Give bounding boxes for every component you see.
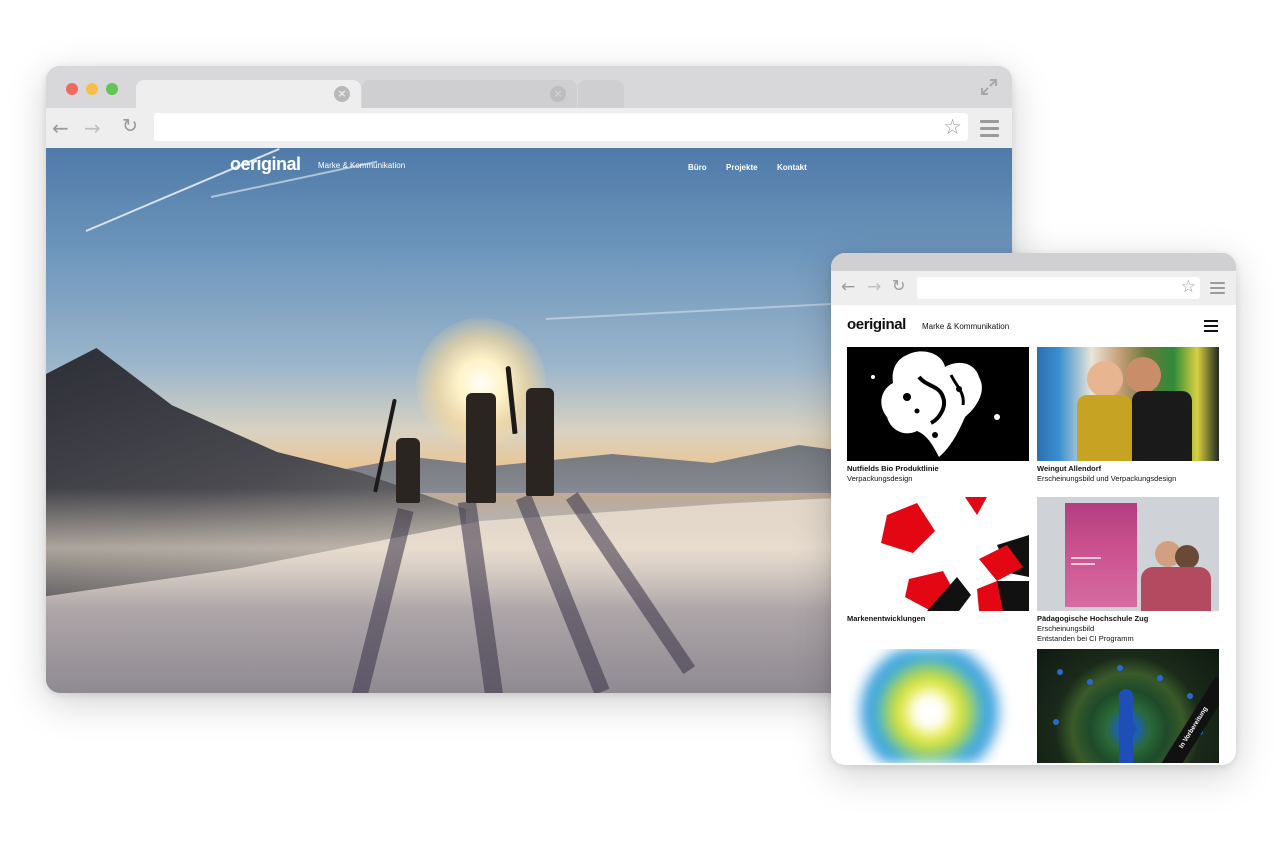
mobile-page-viewport: oeriginal Marke & Kommunikation Nutfield… xyxy=(831,305,1236,765)
browser-menu-icon[interactable] xyxy=(1210,282,1225,294)
project-image-peacock: In Vorbereitung xyxy=(1037,649,1219,763)
browser-tab-inactive[interactable]: × xyxy=(362,80,577,108)
title-bar: × × xyxy=(46,66,1012,108)
project-card[interactable] xyxy=(847,649,1029,763)
title-bar xyxy=(831,253,1236,271)
project-image-blur-shape xyxy=(847,649,1029,763)
project-subtitle: Verpackungsdesign xyxy=(847,474,913,483)
project-image-markenentwicklungen xyxy=(847,497,1029,611)
mobile-browser-window: ← → ↻ ☆ oeriginal Marke & Kommunikation xyxy=(831,253,1236,765)
browser-tab-active[interactable]: × xyxy=(136,80,361,108)
project-title: Markenentwicklungen xyxy=(847,614,926,623)
site-logo[interactable]: oeriginal xyxy=(230,154,301,175)
fullscreen-expand-icon[interactable] xyxy=(980,78,998,96)
nav-link-projekte[interactable]: Projekte xyxy=(726,163,758,172)
project-title: Pädagogische Hochschule Zug xyxy=(1037,614,1149,623)
back-arrow-icon[interactable]: ← xyxy=(52,116,69,140)
site-header: oeriginal Marke & Kommunikation Büro Pro… xyxy=(46,148,1012,188)
project-subtitle: Erscheinungsbild und Verpackungsdesign xyxy=(1037,474,1177,483)
bookmark-star-icon[interactable]: ☆ xyxy=(943,115,962,139)
project-card[interactable]: Pädagogische Hochschule Zug Erscheinungs… xyxy=(1037,497,1219,644)
site-logo[interactable]: oeriginal xyxy=(847,316,906,333)
site-tagline: Marke & Kommunikation xyxy=(318,161,406,170)
hamburger-menu-icon[interactable] xyxy=(1204,320,1218,335)
project-card[interactable]: Weingut Allendorf Erscheinungsbild und V… xyxy=(1037,347,1219,484)
project-card[interactable]: Nutfields Bio Produktlinie Verpackungsde… xyxy=(847,347,1029,484)
forward-arrow-icon[interactable]: → xyxy=(867,277,881,297)
new-tab-button[interactable] xyxy=(578,80,624,108)
forward-arrow-icon[interactable]: → xyxy=(84,116,101,140)
status-badge: In Vorbereitung xyxy=(1157,676,1219,763)
browser-toolbar: ← → ↻ ☆ xyxy=(831,271,1236,305)
close-tab-icon[interactable]: × xyxy=(334,86,350,102)
minimize-window-button[interactable] xyxy=(86,83,98,95)
project-card[interactable]: Markenentwicklungen xyxy=(847,497,1029,624)
nav-link-kontakt[interactable]: Kontakt xyxy=(777,163,807,172)
project-extra: Entstanden bei CI Programm xyxy=(1037,634,1134,643)
project-image-weingut-allendorf xyxy=(1037,347,1219,461)
maximize-window-button[interactable] xyxy=(106,83,118,95)
nav-link-buero[interactable]: Büro xyxy=(688,163,707,172)
project-subtitle: Erscheinungsbild xyxy=(1037,624,1095,633)
reload-icon[interactable]: ↻ xyxy=(892,276,905,295)
site-tagline: Marke & Kommunikation xyxy=(922,322,1010,331)
address-bar[interactable]: ☆ xyxy=(154,113,968,141)
project-title: Weingut Allendorf xyxy=(1037,464,1102,473)
project-title: Nutfields Bio Produktlinie xyxy=(847,464,939,473)
browser-menu-icon[interactable] xyxy=(980,120,999,137)
project-image-phzg xyxy=(1037,497,1219,611)
address-bar[interactable]: ☆ xyxy=(917,277,1200,299)
back-arrow-icon[interactable]: ← xyxy=(841,277,855,297)
project-image-nutfields xyxy=(847,347,1029,461)
reload-icon[interactable]: ↻ xyxy=(122,115,138,137)
project-card[interactable]: In Vorbereitung xyxy=(1037,649,1219,763)
close-window-button[interactable] xyxy=(66,83,78,95)
bookmark-star-icon[interactable]: ☆ xyxy=(1181,277,1196,297)
browser-toolbar: ← → ↻ ☆ xyxy=(46,108,1012,148)
close-tab-icon[interactable]: × xyxy=(550,86,566,102)
